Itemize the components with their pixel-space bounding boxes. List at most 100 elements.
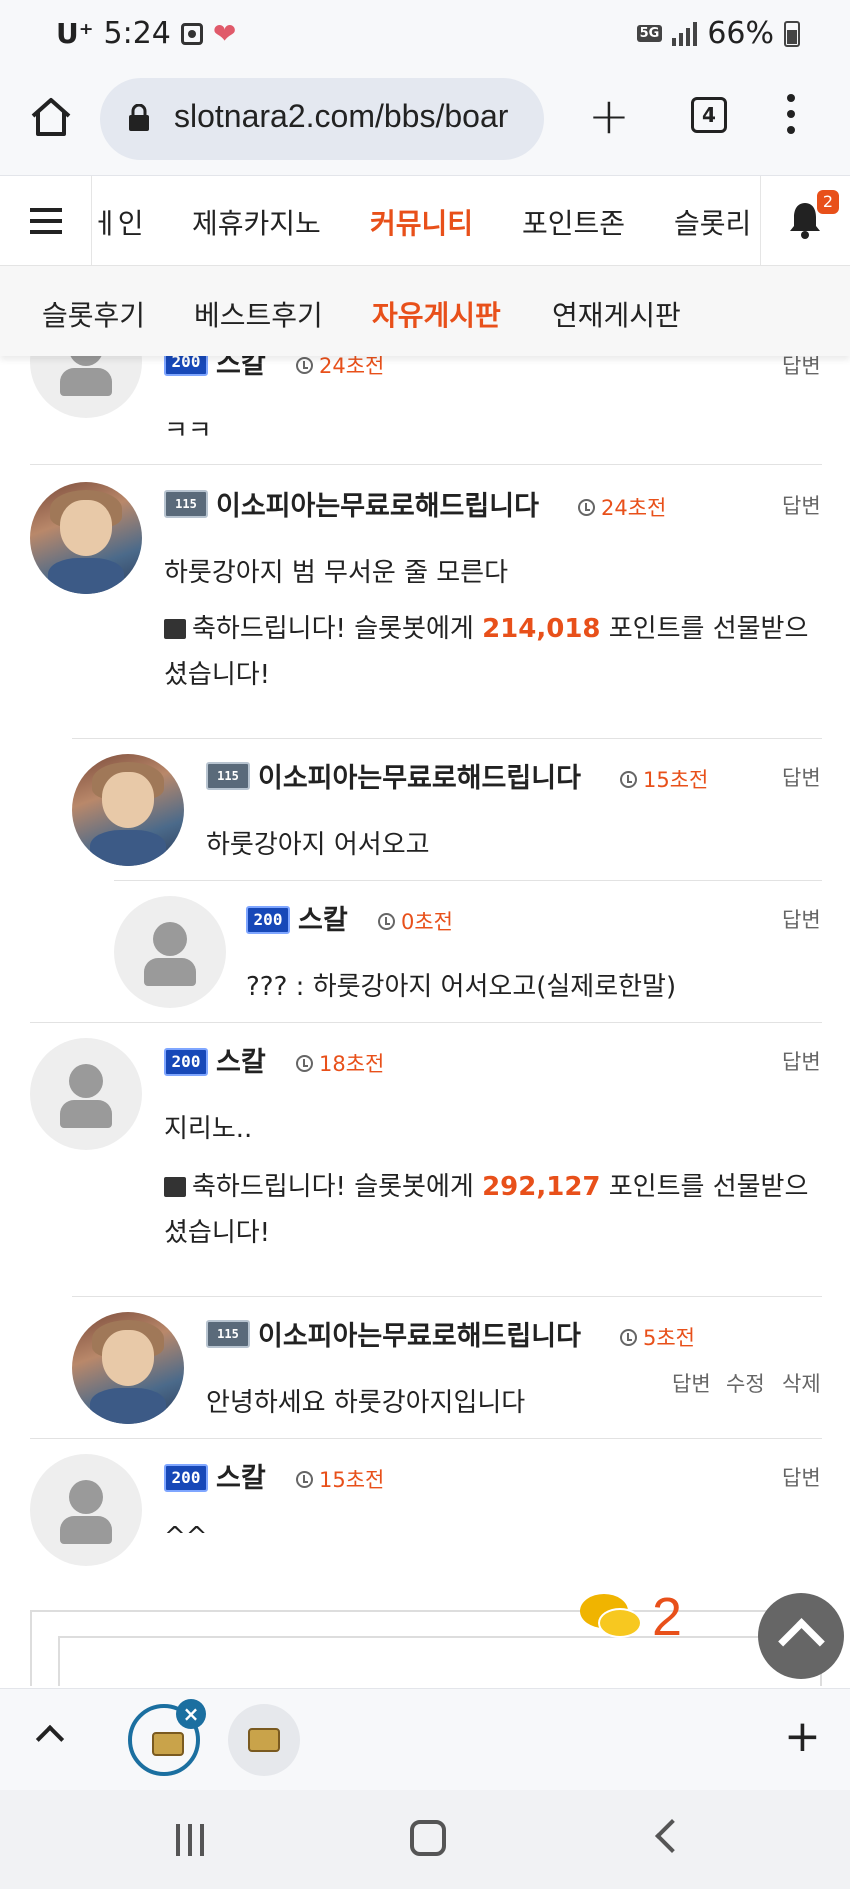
gift-points: 292,127 <box>482 1172 601 1202</box>
comment-divider <box>30 1438 822 1439</box>
slot-machine-icon <box>248 1728 280 1752</box>
comment-list: 200 스칼 24초전 답변 ㅋㅋ 115 이소피아는무료로해드립니다 24초전… <box>0 356 850 1686</box>
tabs-icon[interactable]: 4 <box>691 97 727 133</box>
gift-message: 축하드립니다! 슬롯봇에게 292,127 포인트를 선물받으 셨습니다! <box>164 1172 809 1248</box>
chevron-up-icon[interactable] <box>35 1724 65 1754</box>
comment-input[interactable] <box>58 1636 822 1686</box>
gift-message: 축하드립니다! 슬롯봇에게 214,018 포인트를 선물받으 셨습니다! <box>164 614 809 690</box>
clock-time: 5:24 <box>103 16 171 51</box>
reply-button[interactable]: 답변 <box>782 490 821 520</box>
site-nav: ㅔ인 제휴카지노 커뮤니티 포인트존 슬롯리 2 <box>0 176 850 266</box>
avatar[interactable] <box>72 754 184 866</box>
level-badge: 115 <box>206 1320 250 1348</box>
notification-badge: 2 <box>817 190 839 214</box>
sub-nav: 슬롯후기 베스트후기 자유게시판 연재게시판 <box>0 266 850 356</box>
comment-time: 15초전 <box>620 764 708 794</box>
notification-app-icon <box>180 22 203 45</box>
comment-divider <box>30 1022 822 1023</box>
comment-nick[interactable]: 스칼 <box>216 1456 266 1495</box>
tab-strip: × + <box>0 1688 850 1790</box>
comment-text: 하룻강아지 범 무서운 줄 모른다 <box>164 558 509 588</box>
avatar[interactable] <box>114 896 226 1008</box>
nav-item-partner-casino[interactable]: 제휴카지노 <box>192 202 321 242</box>
comment-text: ^^ <box>164 1522 208 1552</box>
nav-item-point-zone[interactable]: 포인트존 <box>522 202 625 242</box>
clock-icon <box>296 1054 313 1072</box>
level-badge: 200 <box>164 356 208 376</box>
level-badge: 115 <box>206 762 250 790</box>
comment-divider <box>114 880 822 881</box>
subnav-item-free-board[interactable]: 자유게시판 <box>372 294 501 334</box>
edit-button[interactable]: 수정 <box>726 1368 765 1398</box>
plus-icon[interactable]: + <box>784 1713 821 1761</box>
comment-nick[interactable]: 스칼 <box>298 898 348 937</box>
comment-time: 0초전 <box>378 906 453 936</box>
gift-points: 214,018 <box>482 614 601 644</box>
level-badge: 200 <box>246 906 290 934</box>
avatar[interactable] <box>30 1038 142 1150</box>
comment-text: 안녕하세요 하룻강아지입니다 <box>206 1388 526 1418</box>
comment-time: 24초전 <box>578 492 666 522</box>
chat-icon <box>580 1592 644 1642</box>
chat-count: 2 <box>652 1587 683 1647</box>
subnav-item-slot-review[interactable]: 슬롯후기 <box>42 294 145 334</box>
tab-thumbnail[interactable] <box>228 1704 300 1776</box>
avatar[interactable] <box>30 356 142 418</box>
subnav-item-best-review[interactable]: 베스트후기 <box>194 294 323 334</box>
hamburger-icon[interactable] <box>0 176 92 265</box>
avatar[interactable] <box>30 1454 142 1566</box>
battery-percent: 66% <box>707 16 774 51</box>
level-badge: 115 <box>164 490 208 518</box>
close-icon[interactable]: × <box>176 1699 206 1729</box>
comment-nick[interactable]: 스칼 <box>216 356 266 381</box>
url-text: slotnara2.com/bbs/boar <box>174 98 509 134</box>
nav-scroller[interactable]: ㅔ인 제휴카지노 커뮤니티 포인트존 슬롯리 <box>92 176 760 265</box>
comment-nick[interactable]: 이소피아는무료로해드립니다 <box>258 1314 581 1353</box>
browser-toolbar: slotnara2.com/bbs/boar + 4 <box>0 70 850 176</box>
nav-item-main[interactable]: ㅔ인 <box>92 202 144 242</box>
comment-divider <box>72 1296 822 1297</box>
reply-button[interactable]: 답변 <box>782 1046 821 1076</box>
home-nav-icon[interactable] <box>410 1820 446 1856</box>
network-type: 5G <box>636 25 663 42</box>
scroll-top-icon[interactable] <box>758 1593 844 1679</box>
avatar[interactable] <box>30 482 142 594</box>
clock-icon <box>620 770 637 788</box>
comment-time: 24초전 <box>296 356 384 380</box>
comment-time: 15초전 <box>296 1464 384 1494</box>
notification-button[interactable]: 2 <box>760 176 850 265</box>
subnav-item-serial-board[interactable]: 연재게시판 <box>552 294 681 334</box>
comment-nick[interactable]: 이소피아는무료로해드립니다 <box>216 484 539 523</box>
comment-divider <box>30 464 822 465</box>
avatar[interactable] <box>72 1312 184 1424</box>
gift-icon <box>164 1177 186 1197</box>
nav-item-community[interactable]: 커뮤니티 <box>370 202 473 242</box>
comment-nick[interactable]: 스칼 <box>216 1040 266 1079</box>
address-bar[interactable]: slotnara2.com/bbs/boar <box>100 78 544 160</box>
more-icon[interactable] <box>785 94 797 138</box>
level-badge: 200 <box>164 1048 208 1076</box>
heart-icon: ❤ <box>212 17 237 50</box>
home-icon[interactable] <box>28 94 74 140</box>
reply-button[interactable]: 답변 <box>782 1462 821 1492</box>
clock-icon <box>378 912 395 930</box>
reply-button[interactable]: 답변 <box>672 1368 711 1398</box>
reply-button[interactable]: 답변 <box>782 356 821 380</box>
slot-machine-icon <box>152 1732 184 1756</box>
system-nav-bar <box>0 1790 850 1889</box>
comment-nick[interactable]: 이소피아는무료로해드립니다 <box>258 756 581 795</box>
carrier-label: U⁺ <box>56 17 94 50</box>
reply-button[interactable]: 답변 <box>782 904 821 934</box>
chat-button[interactable]: 2 <box>580 1582 682 1652</box>
lock-icon <box>129 104 149 131</box>
comment-divider <box>72 738 822 739</box>
level-badge: 200 <box>164 1464 208 1492</box>
nav-item-slot[interactable]: 슬롯리 <box>674 202 751 242</box>
clock-icon <box>620 1328 637 1346</box>
recents-icon[interactable] <box>176 1824 208 1856</box>
reply-button[interactable]: 답변 <box>782 762 821 792</box>
comment-time: 18초전 <box>296 1048 384 1078</box>
new-tab-button[interactable]: + <box>588 91 630 141</box>
delete-button[interactable]: 삭제 <box>782 1368 821 1398</box>
back-icon[interactable] <box>655 1819 689 1853</box>
